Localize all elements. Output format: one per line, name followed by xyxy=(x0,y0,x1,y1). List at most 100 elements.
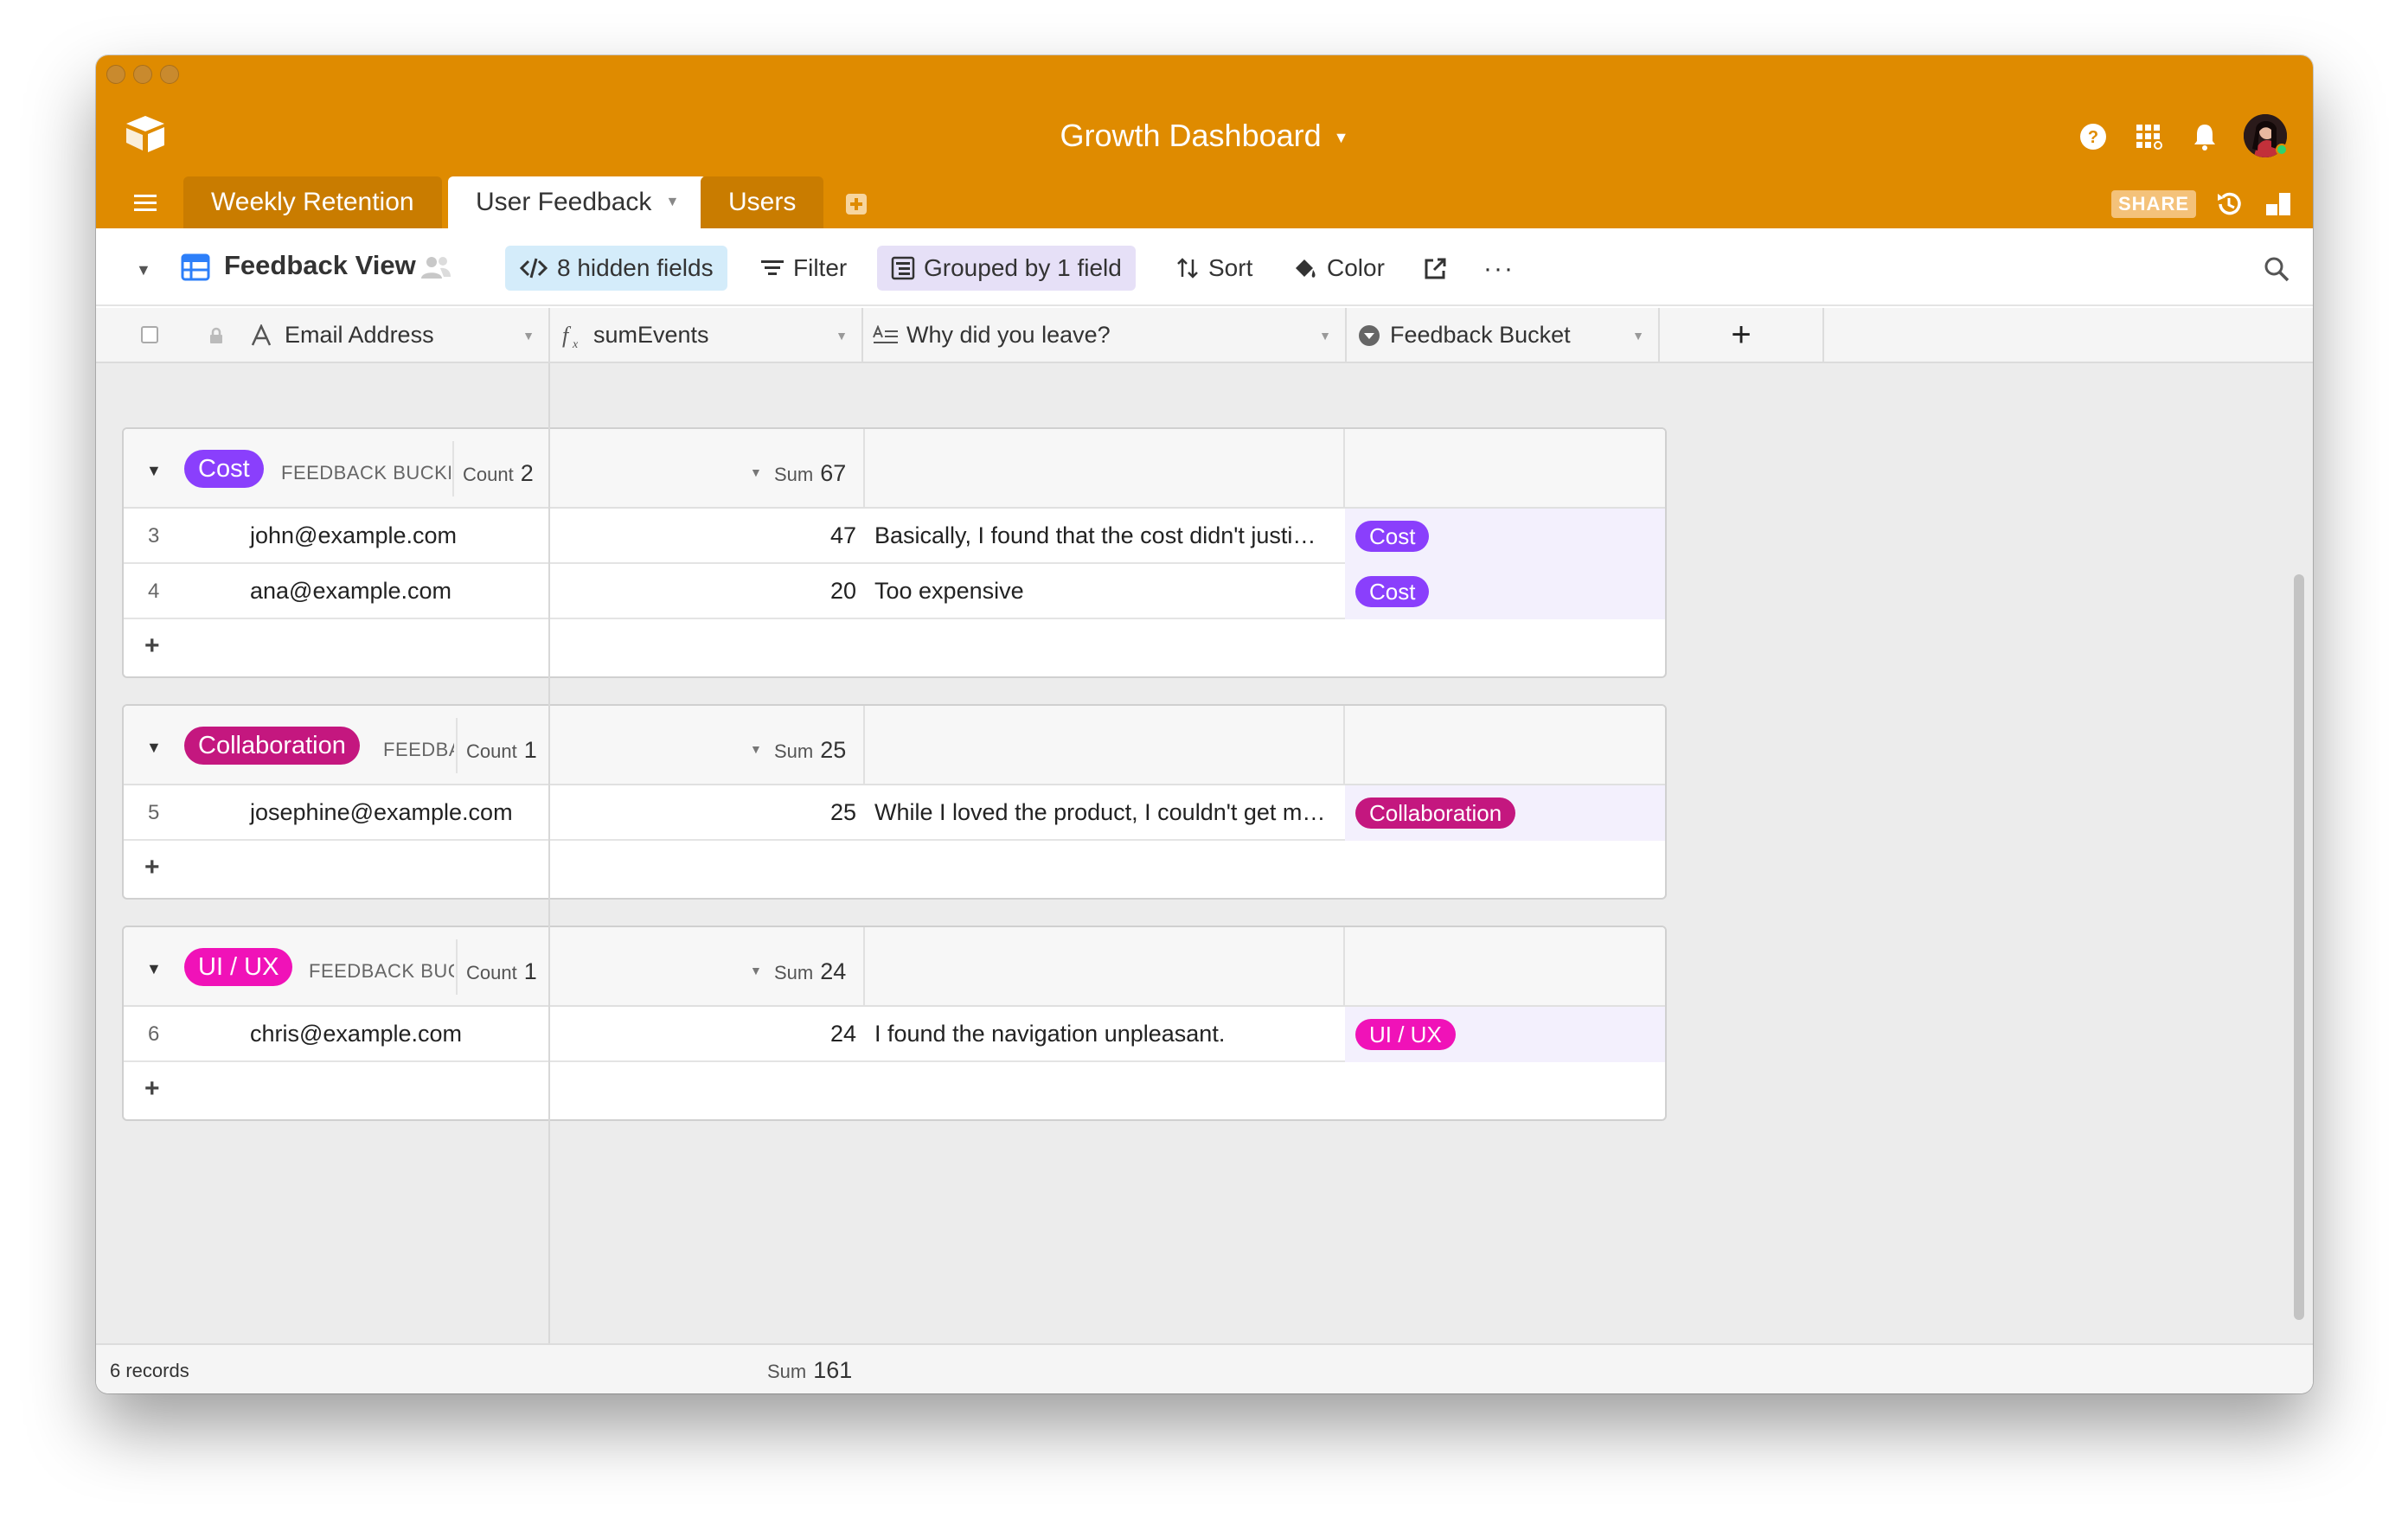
search-icon[interactable] xyxy=(2262,254,2291,284)
table-row[interactable]: 5 josephine@example.com 25 While I loved… xyxy=(124,785,1665,841)
email-cell[interactable]: josephine@example.com xyxy=(250,799,513,826)
email-cell[interactable]: john@example.com xyxy=(250,522,457,549)
group-sum: Sum 25 xyxy=(774,737,846,764)
blocks-icon[interactable] xyxy=(2264,190,2293,218)
chevron-down-icon: ▼ xyxy=(1333,128,1349,146)
vertical-scrollbar[interactable] xyxy=(2294,574,2304,1320)
sum-value: 24 xyxy=(820,958,847,984)
group-button[interactable]: Grouped by 1 field xyxy=(877,246,1136,291)
window-zoom-button[interactable] xyxy=(160,65,179,84)
why-left-cell[interactable]: Too expensive xyxy=(874,578,1347,605)
plus-icon: + xyxy=(144,631,160,660)
online-status-dot xyxy=(2276,144,2288,156)
tab-label: Weekly Retention xyxy=(211,188,414,216)
sumevents-cell[interactable]: 25 xyxy=(556,799,856,826)
group-name: UI / UX xyxy=(198,952,279,981)
chevron-down-icon[interactable]: ▼ xyxy=(1632,329,1644,343)
summary-bar: 6 records Sum 161 xyxy=(96,1343,2313,1393)
summary-chevron-icon[interactable]: ▼ xyxy=(750,742,762,756)
tab-users[interactable]: Users xyxy=(701,176,824,228)
group-pill: Collaboration xyxy=(184,727,360,765)
share-button[interactable]: SHARE xyxy=(2111,190,2197,218)
sumevents-cell[interactable]: 47 xyxy=(556,522,856,549)
group-separator xyxy=(452,441,454,496)
apps-grid-icon[interactable] xyxy=(2131,119,2166,154)
view-name[interactable]: Feedback View xyxy=(224,250,416,281)
add-table-icon[interactable] xyxy=(844,192,868,216)
table-row[interactable]: 4 ana@example.com 20 Too expensive Cost xyxy=(124,564,1665,619)
column-header-sumevents[interactable]: f x sumEvents ▼ xyxy=(550,308,863,362)
app-header: Growth Dashboard ▼ ? Weekly Retention Us… xyxy=(96,55,2313,228)
add-record-button[interactable]: + xyxy=(124,619,1665,675)
sidebar-toggle-chevron-icon[interactable]: ▼ xyxy=(136,261,151,279)
collapse-group-chevron-icon[interactable]: ▼ xyxy=(146,739,162,757)
group-separator xyxy=(456,718,458,773)
column-divider xyxy=(1343,706,1345,785)
window-close-button[interactable] xyxy=(106,65,125,84)
column-header-email[interactable]: Email Address ▼ xyxy=(96,308,550,362)
share-view-icon[interactable] xyxy=(1422,256,1448,282)
frozen-column-divider[interactable] xyxy=(548,363,550,1393)
why-left-cell[interactable]: While I loved the product, I couldn't ge… xyxy=(874,799,1347,826)
email-cell[interactable]: ana@example.com xyxy=(250,578,452,605)
history-icon[interactable] xyxy=(2213,189,2245,220)
notifications-bell-icon[interactable] xyxy=(2187,119,2222,154)
sumevents-cell[interactable]: 20 xyxy=(556,578,856,605)
hidden-fields-label: 8 hidden fields xyxy=(557,254,714,281)
help-icon[interactable]: ? xyxy=(2076,119,2110,154)
hide-fields-button[interactable]: 8 hidden fields xyxy=(505,246,727,291)
filter-button[interactable]: Filter xyxy=(746,246,861,291)
collapse-group-chevron-icon[interactable]: ▼ xyxy=(146,960,162,978)
group-label: Grouped by 1 field xyxy=(924,254,1122,281)
color-button[interactable]: Color xyxy=(1278,246,1399,291)
group-name: Collaboration xyxy=(198,731,346,759)
base-title-menu[interactable]: Growth Dashboard ▼ xyxy=(96,114,2313,157)
sum-value: 67 xyxy=(820,460,847,486)
chevron-down-icon[interactable]: ▼ xyxy=(836,329,848,343)
column-header-feedback-bucket[interactable]: Feedback Bucket ▼ xyxy=(1347,308,1660,362)
chevron-down-icon[interactable]: ▼ xyxy=(665,195,679,210)
text-field-icon xyxy=(251,324,272,346)
summary-chevron-icon[interactable]: ▼ xyxy=(750,465,762,479)
table-row[interactable]: 3 john@example.com 47 Basically, I found… xyxy=(124,509,1665,564)
count-value: 2 xyxy=(520,460,534,486)
feedback-bucket-cell[interactable]: Cost xyxy=(1345,509,1665,564)
tab-user-feedback[interactable]: User Feedback ▼ xyxy=(448,176,708,228)
more-options-icon[interactable]: ··· xyxy=(1483,254,1515,284)
group-field-label: FEEDBACK BUC xyxy=(309,960,454,982)
feedback-bucket-cell[interactable]: UI / UX xyxy=(1345,1007,1665,1062)
total-sum[interactable]: Sum 161 xyxy=(767,1357,852,1384)
add-field-button[interactable]: + xyxy=(1660,308,1824,362)
summary-chevron-icon[interactable]: ▼ xyxy=(750,964,762,977)
sum-label: Sum xyxy=(774,464,814,485)
sum-label: Sum xyxy=(767,1361,807,1382)
group-name: Cost xyxy=(198,454,250,483)
tab-weekly-retention[interactable]: Weekly Retention xyxy=(183,176,442,228)
group-separator xyxy=(456,939,458,995)
table-row[interactable]: 6 chris@example.com 24 I found the navig… xyxy=(124,1007,1665,1062)
bucket-pill: Collaboration xyxy=(1355,798,1516,829)
chevron-down-icon[interactable]: ▼ xyxy=(1319,329,1331,343)
sort-button[interactable]: Sort xyxy=(1162,246,1266,291)
collapse-group-chevron-icon[interactable]: ▼ xyxy=(146,462,162,480)
sumevents-cell[interactable]: 24 xyxy=(556,1021,856,1047)
group-count: Count 1 xyxy=(466,958,537,985)
why-left-cell[interactable]: Basically, I found that the cost didn't … xyxy=(874,522,1347,549)
column-divider xyxy=(863,429,865,509)
add-record-button[interactable]: + xyxy=(124,1062,1665,1118)
feedback-bucket-cell[interactable]: Cost xyxy=(1345,564,1665,619)
group-sum: Sum 24 xyxy=(774,958,846,985)
feedback-bucket-cell[interactable]: Collaboration xyxy=(1345,785,1665,841)
color-label: Color xyxy=(1327,254,1385,281)
column-header-why-left[interactable]: Why did you leave? ▼ xyxy=(863,308,1347,362)
plus-icon: + xyxy=(144,1074,160,1103)
hidden-fields-icon xyxy=(519,258,548,279)
add-record-button[interactable]: + xyxy=(124,841,1665,896)
email-cell[interactable]: chris@example.com xyxy=(250,1021,462,1047)
share-label: SHARE xyxy=(2118,193,2190,215)
window-minimize-button[interactable] xyxy=(133,65,152,84)
why-left-cell[interactable]: I found the navigation unpleasant. xyxy=(874,1021,1347,1047)
hamburger-menu-icon[interactable] xyxy=(132,192,158,215)
chevron-down-icon[interactable]: ▼ xyxy=(522,329,535,343)
column-label: Email Address xyxy=(285,321,434,348)
